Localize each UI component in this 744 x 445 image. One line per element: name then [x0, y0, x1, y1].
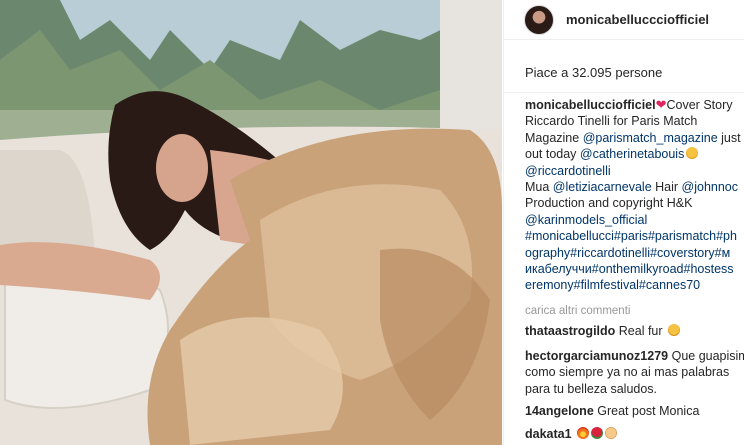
comment-line-3: para tu belleza saludos. [525, 381, 658, 396]
caption-line-2: Riccardo Tinelli for Paris Match [525, 114, 698, 129]
caption-username[interactable]: monicabellucciofficiel [525, 98, 656, 112]
header-username[interactable]: monicabelluccciofficiel [566, 12, 709, 27]
comment-username[interactable]: dakata1 [525, 427, 572, 441]
sad-face-emoji-icon [668, 324, 681, 336]
comment-username[interactable]: hectorgarciamunoz1279 [525, 349, 668, 363]
post-photo[interactable] [0, 0, 502, 445]
mention-catherinetabouis[interactable]: @catherinetabouis [580, 147, 684, 161]
caption-line-3: Magazine @parismatch_magazine just [525, 130, 744, 146]
comment-line-2: como siempre ya no ai mas palabras [525, 365, 730, 380]
post-header: monicabelluccciofficiel [504, 0, 744, 40]
mention-karinmodels[interactable]: @karinmodels_official [525, 213, 647, 227]
hashtag-line-3[interactable]: икабелуччи#onthemilkyroad#hostess [525, 261, 744, 277]
caption-text-4: out today [525, 147, 580, 162]
comment: thataastrogildo Real fur [525, 323, 744, 339]
caption-line-7: Production and copyright H&K [525, 196, 693, 211]
post-side-panel: monicabelluccciofficiel Piace a 32.095 p… [503, 0, 744, 445]
photo-illustration [0, 0, 502, 445]
caption-text-6b: Hair [651, 180, 682, 195]
load-more-comments-link[interactable]: carica altri commenti [525, 305, 630, 317]
mention-parismatch[interactable]: @parismatch_magazine [583, 131, 718, 145]
caption-text-1: Cover Story [666, 98, 733, 112]
mention-riccardotinelli[interactable]: @riccardotinelli [525, 164, 611, 178]
comment-username[interactable]: 14angelone [525, 404, 594, 418]
caption-text-3b: just [717, 130, 741, 145]
fire-emoji-icon [577, 427, 590, 439]
rose-emoji-icon [591, 427, 604, 439]
caption-line-8: @karinmodels_official [525, 212, 744, 228]
caption-text-6: Mua [525, 180, 553, 195]
caption-line-4: out today @catherinetabouis [525, 146, 744, 162]
comment: dakata1 [525, 426, 744, 442]
comment-text: Real fur [618, 324, 663, 338]
comment-line: hectorgarciamunoz1279 Que guapisim [525, 348, 744, 364]
comment-text: Great post Monica [597, 404, 700, 418]
comment-username[interactable]: thataastrogildo [525, 324, 615, 338]
hashtag-line-4[interactable]: eremony#filmfestival#cannes70 [525, 277, 744, 293]
caption-line-5: @riccardotinelli [525, 163, 744, 179]
mention-johnnoc[interactable]: @johnnoc [682, 180, 738, 194]
caption-line-6: Mua @letiziacarnevale Hair @johnnoc [525, 179, 744, 195]
avatar[interactable] [524, 4, 554, 35]
heart-icon: ❤ [655, 97, 667, 112]
caption-line-1: monicabellucciofficiel❤Cover Story [525, 97, 744, 113]
comment-text: Que guapisim [671, 349, 744, 363]
hands-emoji-icon [605, 427, 618, 439]
divider [504, 92, 744, 93]
smile-emoji-icon [686, 147, 699, 160]
hashtag-line-1[interactable]: #monicabellucci#paris#parismatch#ph [525, 228, 744, 244]
post-caption: monicabellucciofficiel❤Cover Story Ricca… [525, 97, 744, 294]
caption-text-3: Magazine [525, 130, 583, 145]
likes-count[interactable]: Piace a 32.095 persone [525, 65, 662, 80]
comment: 14angelone Great post Monica [525, 403, 744, 419]
comment: hectorgarciamunoz1279 Que guapisim como … [525, 348, 744, 397]
mention-letiziacarnevale[interactable]: @letiziacarnevale [553, 180, 652, 194]
hashtag-line-2[interactable]: ography#riccardotinelli#coverstory#м [525, 245, 744, 261]
